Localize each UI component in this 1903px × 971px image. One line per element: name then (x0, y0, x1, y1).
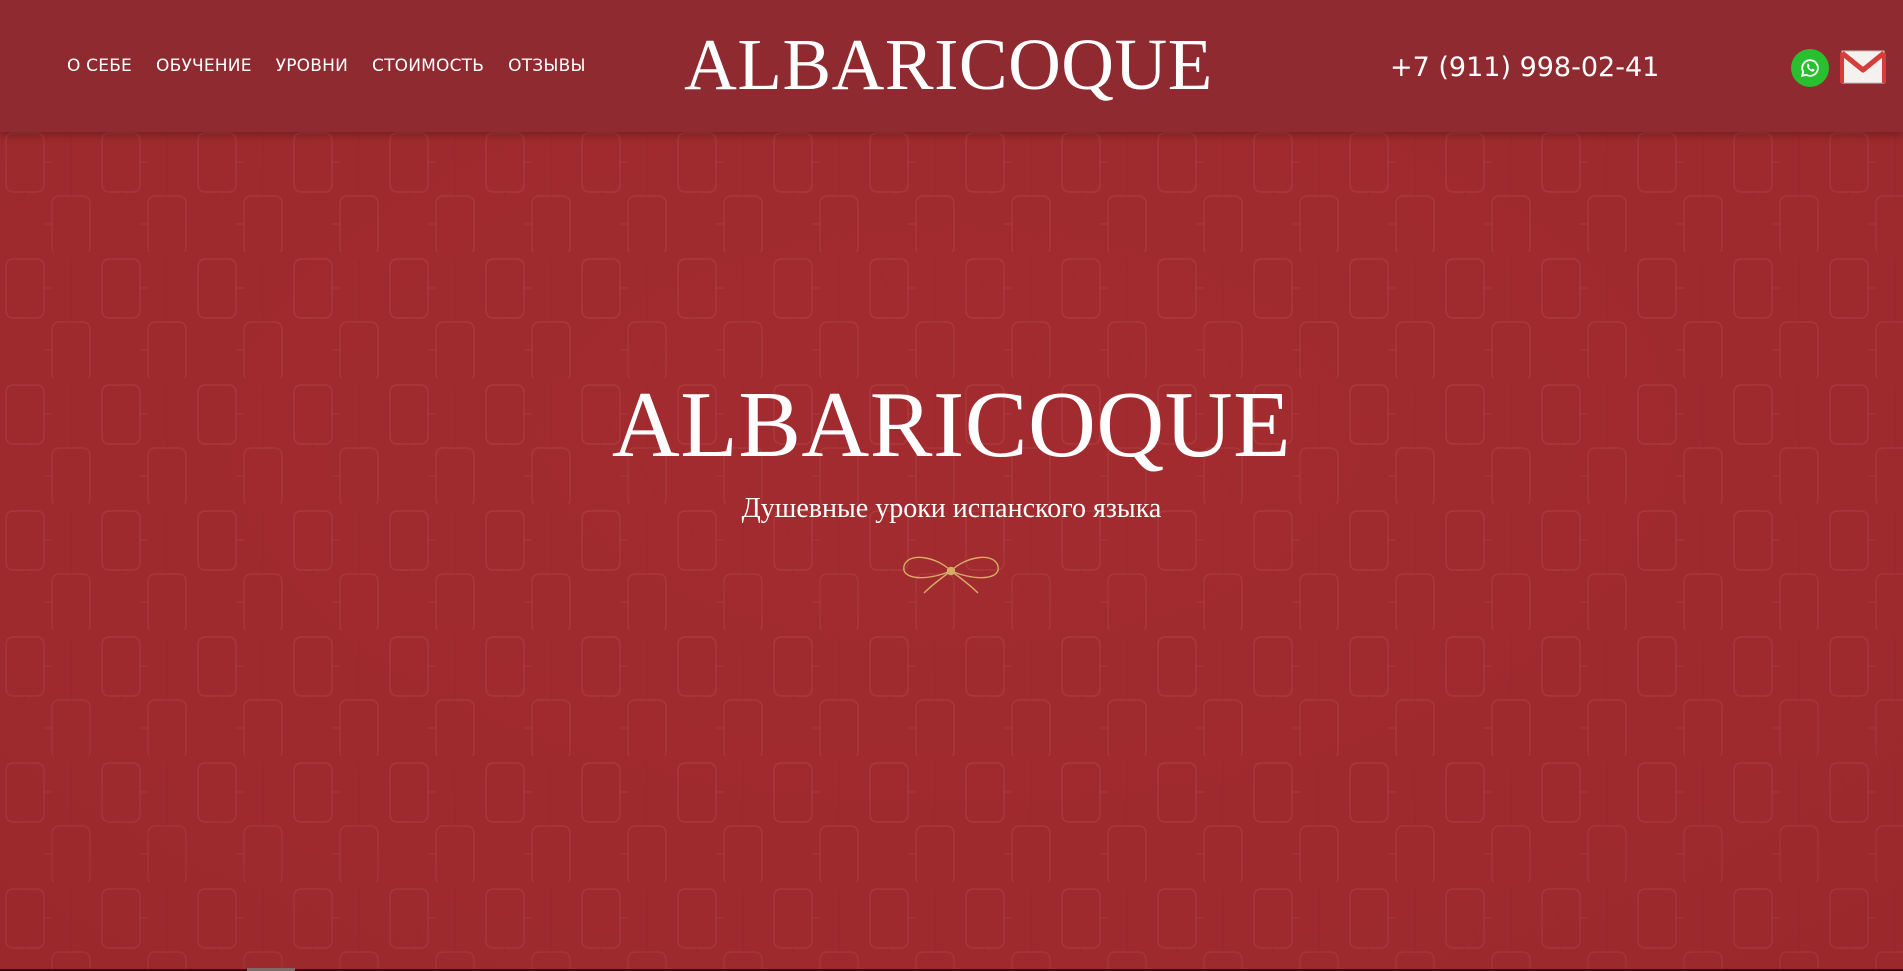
hero-subtitle: Душевные уроки испанского языка (741, 493, 1162, 524)
hero-title: ALBARICOQUE (611, 373, 1292, 477)
whatsapp-button[interactable] (1791, 49, 1829, 87)
hero-content: ALBARICOQUE Душевные уроки испанского яз… (0, 378, 1903, 525)
hero-section: ALBARICOQUE Душевные уроки испанского яз… (0, 0, 1903, 971)
whatsapp-icon (1800, 59, 1819, 78)
phone-link[interactable]: +7 (911) 998-02-41 (1390, 52, 1659, 83)
mail-icon[interactable] (1840, 49, 1886, 85)
brand-logo-text: ALBARICOQUE (684, 24, 1213, 105)
ornamental-bow-divider (570, 556, 1332, 594)
site-header: О СЕБЕ ОБУЧЕНИЕ УРОВНИ СТОИМОСТЬ ОТЗЫВЫ … (0, 0, 1903, 132)
